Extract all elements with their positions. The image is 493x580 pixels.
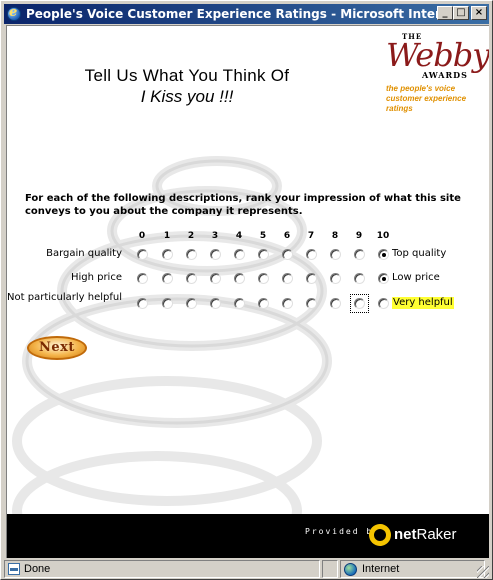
status-text: Done — [24, 563, 51, 575]
close-button[interactable]: × — [471, 6, 487, 20]
status-zone: Internet — [340, 560, 485, 578]
row-2-radio-3[interactable] — [210, 298, 221, 309]
scale-number-10: 10 — [376, 231, 390, 241]
row-1-radio-6[interactable] — [282, 273, 293, 284]
zone-text: Internet — [362, 563, 400, 575]
netraker-raker-text: Raker — [416, 526, 457, 543]
page-done-icon — [8, 563, 20, 575]
netraker-icon — [369, 524, 391, 546]
scale-number-3: 3 — [211, 231, 219, 241]
row-1-left-label: High price — [70, 272, 122, 283]
row-2-right-label: Very helpful — [392, 297, 454, 309]
status-bar: Done Internet — [4, 560, 489, 578]
page-content: Tell Us What You Think Of I Kiss you !!!… — [6, 25, 489, 558]
row-2-radio-0[interactable] — [137, 298, 148, 309]
scale-number-8: 8 — [331, 231, 339, 241]
row-1-radio-9[interactable] — [354, 273, 365, 284]
footer-bar: Provided by netRaker — [7, 514, 489, 558]
row-0-radio-9[interactable] — [354, 249, 365, 260]
scale-number-6: 6 — [283, 231, 291, 241]
row-1-radio-10[interactable] — [378, 273, 389, 284]
row-0-radio-6[interactable] — [282, 249, 293, 260]
row-1-radio-4[interactable] — [234, 273, 245, 284]
row-1-radio-8[interactable] — [330, 273, 341, 284]
row-1-radio-1[interactable] — [162, 273, 173, 284]
scale-number-1: 1 — [163, 231, 171, 241]
resize-grip[interactable] — [477, 566, 489, 578]
row-1-right-label: Low price — [392, 272, 440, 283]
browser-window: e People's Voice Customer Experience Rat… — [0, 0, 493, 580]
netraker-logo: netRaker — [369, 524, 457, 546]
row-1-radio-3[interactable] — [210, 273, 221, 284]
row-0-radio-3[interactable] — [210, 249, 221, 260]
row-0-radio-4[interactable] — [234, 249, 245, 260]
row-1-radio-5[interactable] — [258, 273, 269, 284]
row-2-radio-8[interactable] — [330, 298, 341, 309]
status-main: Done — [4, 560, 320, 578]
row-0-radio-8[interactable] — [330, 249, 341, 260]
row-0-right-label: Top quality — [392, 248, 447, 259]
scale-number-0: 0 — [138, 231, 146, 241]
scale-number-2: 2 — [187, 231, 195, 241]
row-2-radio-7[interactable] — [306, 298, 317, 309]
scale-number-5: 5 — [259, 231, 267, 241]
row-0-radio-10[interactable] — [378, 249, 389, 260]
row-0-radio-7[interactable] — [306, 249, 317, 260]
maximize-button[interactable]: □ — [453, 6, 469, 20]
focus-indicator — [350, 294, 369, 313]
row-0-radio-5[interactable] — [258, 249, 269, 260]
row-0-radio-0[interactable] — [137, 249, 148, 260]
window-title: People's Voice Customer Experience Ratin… — [26, 7, 446, 21]
ie-icon: e — [6, 5, 22, 22]
row-2-radio-6[interactable] — [282, 298, 293, 309]
row-2-radio-4[interactable] — [234, 298, 245, 309]
row-1-radio-2[interactable] — [186, 273, 197, 284]
row-1-radio-7[interactable] — [306, 273, 317, 284]
title-bar[interactable]: e People's Voice Customer Experience Rat… — [4, 4, 489, 24]
internet-zone-icon — [344, 562, 357, 576]
row-0-radio-1[interactable] — [162, 249, 173, 260]
row-0-radio-2[interactable] — [186, 249, 197, 260]
status-slot — [322, 560, 338, 578]
row-2-radio-5[interactable] — [258, 298, 269, 309]
row-2-left-label: Not particularly helpful — [7, 292, 122, 303]
row-2-radio-10[interactable] — [378, 298, 389, 309]
row-2-radio-1[interactable] — [162, 298, 173, 309]
scale-number-9: 9 — [355, 231, 363, 241]
row-0-left-label: Bargain quality — [46, 248, 122, 259]
row-1-radio-0[interactable] — [137, 273, 148, 284]
next-button-label: Next — [39, 340, 75, 355]
next-button[interactable]: Next — [27, 336, 87, 360]
rating-grid: 0 1 2 3 4 5 6 7 8 9 10 Bargain quality Top quality Hi… — [7, 26, 489, 558]
minimize-button[interactable]: _ — [437, 6, 453, 20]
scale-number-7: 7 — [307, 231, 315, 241]
scale-number-4: 4 — [235, 231, 243, 241]
netraker-net-text: net — [394, 526, 417, 543]
row-2-radio-2[interactable] — [186, 298, 197, 309]
